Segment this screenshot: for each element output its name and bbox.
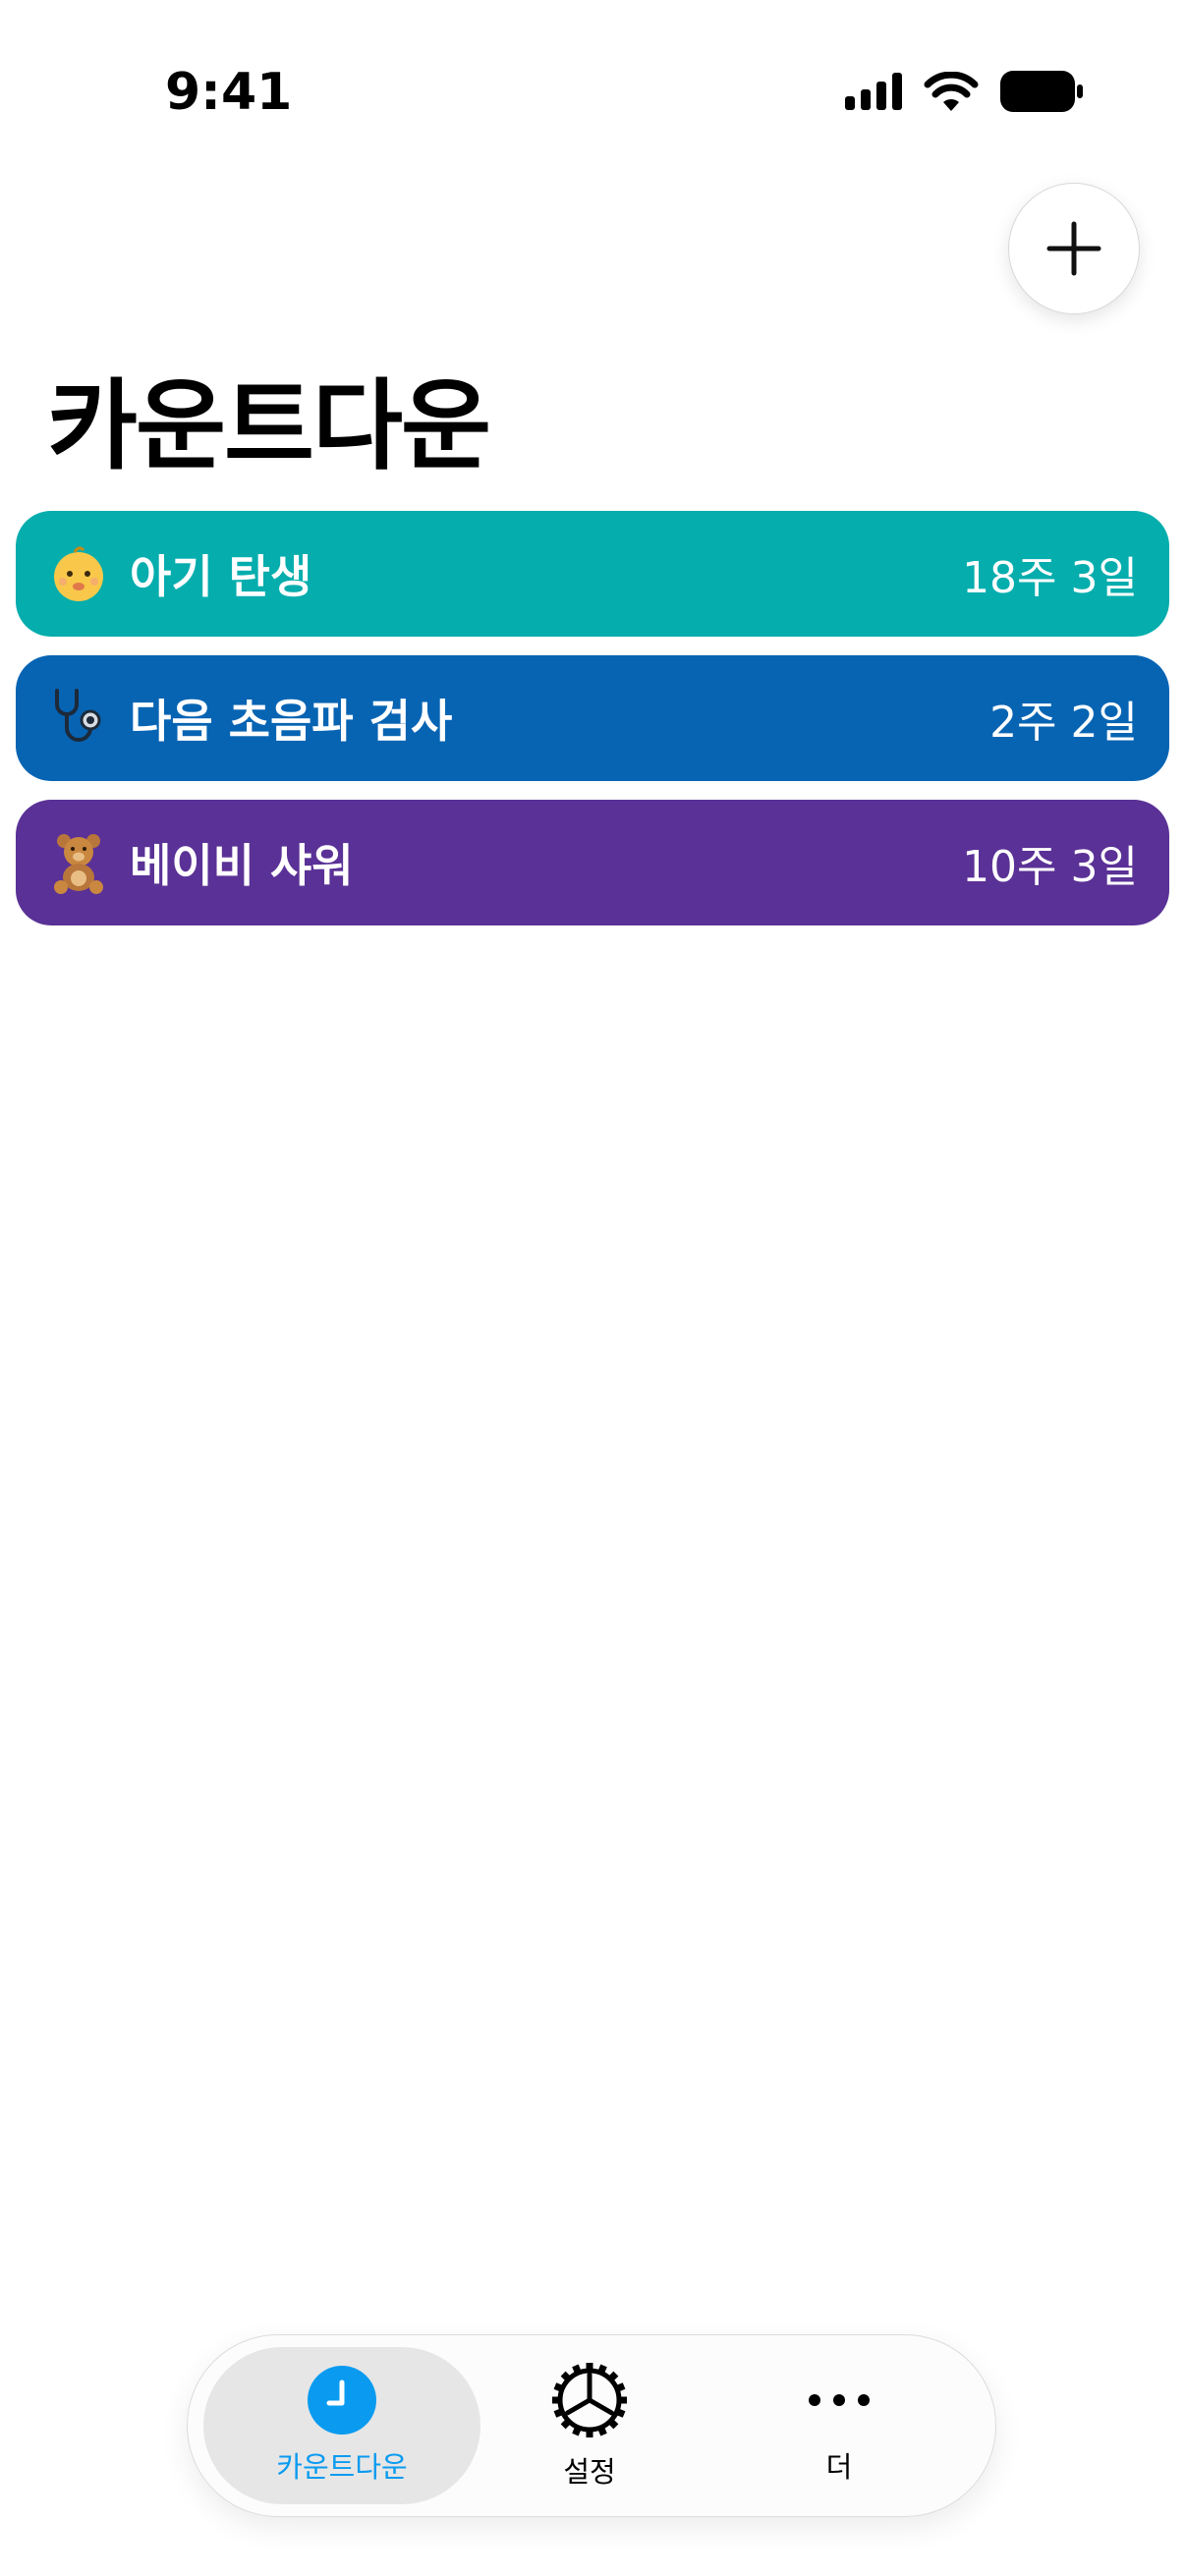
countdown-row-baby-birth[interactable]: 아기 탄생 18주 3일 [16,511,1169,637]
teddy-bear-icon [47,831,110,894]
countdown-value: 10주 3일 [962,842,1138,892]
tab-countdown[interactable]: 카운트다운 [203,2347,480,2504]
tab-label: 카운트다운 [276,2450,408,2484]
battery-icon [1000,71,1083,112]
countdown-title: 다음 초음파 검사 [130,695,453,748]
stethoscope-icon [47,687,110,750]
more-icon [809,2394,870,2406]
gear-icon [552,2363,627,2437]
plus-icon [1046,221,1101,276]
status-icons [845,71,1083,112]
countdown-value: 18주 3일 [962,553,1138,603]
tab-label: 설정 [563,2455,616,2489]
baby-icon [47,542,110,605]
status-time: 9:41 [165,63,293,122]
countdown-title: 아기 탄생 [130,550,312,603]
cellular-signal-icon [845,73,902,110]
countdown-row-next-ultrasound[interactable]: 다음 초음파 검사 2주 2일 [16,655,1169,781]
add-countdown-button[interactable] [1008,183,1140,314]
tab-settings[interactable]: 설정 [488,2347,691,2504]
tab-label: 더 [825,2450,853,2484]
countdown-title: 베이비 샤워 [130,839,354,892]
countdown-row-baby-shower[interactable]: 베이비 샤워 10주 3일 [16,800,1169,925]
tab-more[interactable]: 더 [738,2347,940,2504]
clock-icon [308,2366,376,2435]
wifi-icon [924,72,979,111]
page-title: 카운트다운 [47,368,491,483]
countdown-value: 2주 2일 [989,698,1138,748]
countdown-list: 아기 탄생 18주 3일 다음 초음파 검사 2주 2일 베이비 샤워 10주 … [16,511,1169,944]
tab-bar: 카운트다운 설정 더 [187,2334,996,2517]
